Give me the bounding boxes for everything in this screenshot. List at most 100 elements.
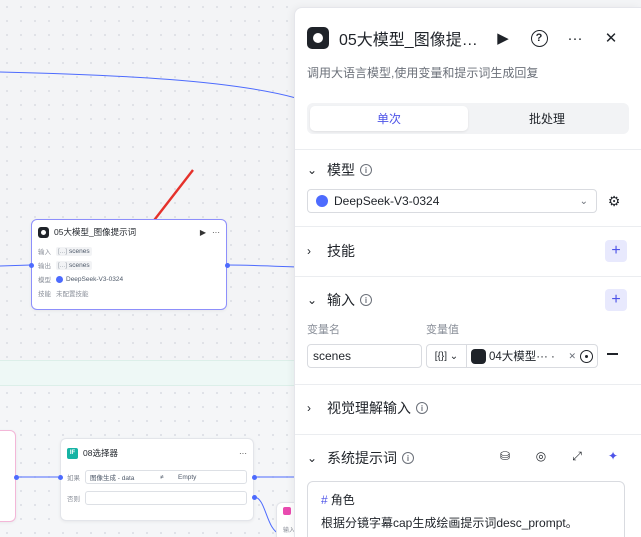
remove-input-button[interactable] bbox=[607, 353, 618, 355]
info-icon[interactable]: i bbox=[416, 402, 428, 414]
divider bbox=[295, 226, 641, 227]
divider bbox=[295, 434, 641, 435]
array-type-icon: [...] bbox=[58, 247, 68, 255]
condition-left: 图像生成 - data bbox=[90, 475, 135, 482]
section-title: 输入 bbox=[327, 292, 355, 308]
llm-node-row: 模型 DeepSeek-V3-0324 bbox=[32, 272, 226, 286]
add-skill-button[interactable]: + bbox=[605, 240, 627, 262]
bulb-icon[interactable]: ◎ bbox=[534, 449, 548, 463]
array-type-icon: [...] bbox=[58, 261, 68, 269]
chevron-down-icon[interactable]: ⌄ bbox=[307, 163, 321, 177]
panel-description: 调用大语言模型,使用变量和提示词生成回复 bbox=[307, 66, 539, 80]
divider bbox=[295, 149, 641, 150]
divider bbox=[295, 384, 641, 385]
column-label-value: 变量值 bbox=[426, 324, 459, 336]
chevron-right-icon[interactable]: › bbox=[307, 244, 321, 258]
system-prompt-editor[interactable]: # 角色 根据分镜字幕cap生成绘画提示词desc_prompt。 bbox=[307, 481, 625, 537]
wire-into-llm bbox=[0, 264, 32, 267]
chevron-down-icon: ⌄ bbox=[579, 195, 588, 207]
run-icon[interactable]: ▶ bbox=[200, 228, 206, 237]
llm-node[interactable]: 05大模型_图像提示词 ▶ ··· 输入 [...] scenes 输出 [...… bbox=[31, 219, 227, 310]
row-chip: [...] scenes bbox=[56, 260, 92, 270]
selector-node-title: 08选择器 bbox=[83, 448, 118, 458]
close-icon[interactable]: ✕ bbox=[593, 26, 629, 50]
row-value: scenes bbox=[69, 261, 90, 269]
help-glyph: ? bbox=[530, 29, 548, 47]
row-key: 输出 bbox=[38, 263, 51, 270]
chevron-down-icon[interactable]: ⌄ bbox=[307, 451, 321, 465]
variable-value-field[interactable]: [{}] ⌄ 04大模型··· · ✕ bbox=[426, 344, 598, 368]
partial-node-right[interactable]: 输入 bbox=[276, 502, 296, 537]
selector-row: 否则 bbox=[61, 487, 253, 509]
deepseek-icon bbox=[56, 275, 63, 283]
llm-node-icon bbox=[38, 226, 49, 238]
variable-name-input[interactable]: scenes bbox=[307, 344, 422, 368]
section-input-header[interactable]: ⌄ 输入 i + bbox=[307, 289, 627, 311]
condition-operator: ≠ bbox=[160, 473, 164, 481]
row-key: 技能 bbox=[38, 291, 51, 298]
ai-sparkle-icon[interactable]: ✦ bbox=[606, 449, 620, 463]
hash-mark: # bbox=[321, 493, 328, 507]
run-icon[interactable]: ▶ bbox=[485, 26, 521, 50]
column-label-name: 变量名 bbox=[307, 324, 340, 336]
more-icon[interactable]: ··· bbox=[212, 228, 220, 237]
llm-node-row: 技能 未配置技能 bbox=[32, 286, 226, 300]
tab-batch[interactable]: 批处理 bbox=[468, 106, 626, 131]
condition-right: Empty bbox=[178, 473, 197, 481]
row-key: 否则 bbox=[67, 496, 80, 503]
more-icon[interactable]: ··· bbox=[557, 26, 593, 50]
row-key: 模型 bbox=[38, 277, 51, 284]
info-icon[interactable]: i bbox=[402, 452, 414, 464]
panel-header: 05大模型_图像提… ▶ ? ··· ✕ bbox=[307, 26, 629, 50]
row-value: DeepSeek-V3-0324 bbox=[66, 275, 124, 283]
library-icon[interactable]: ⛁ bbox=[498, 449, 512, 463]
chevron-down-icon[interactable]: ⌄ bbox=[307, 293, 321, 307]
section-title: 技能 bbox=[327, 243, 355, 259]
section-visual-header[interactable]: › 视觉理解输入 i bbox=[307, 397, 627, 419]
wire-out-llm bbox=[226, 264, 296, 268]
prompt-body: 根据分镜字幕cap生成绘画提示词desc_prompt。 bbox=[321, 516, 578, 530]
add-input-button[interactable]: + bbox=[605, 289, 627, 311]
llm-node-row: 输出 [...] scenes bbox=[32, 258, 226, 272]
more-icon[interactable]: ··· bbox=[239, 449, 247, 458]
panel-title[interactable]: 05大模型_图像提… bbox=[339, 26, 485, 50]
wire-top bbox=[0, 71, 296, 99]
workflow-canvas[interactable]: 05大模型_图像提示词 ▶ ··· 输入 [...] scenes 输出 [...… bbox=[0, 0, 296, 537]
section-skills-header[interactable]: › 技能 + bbox=[307, 240, 627, 262]
type-select[interactable]: [{}] ⌄ bbox=[427, 345, 467, 367]
model-select[interactable]: DeepSeek-V3-0324 ⌄ bbox=[307, 189, 597, 213]
condition-box[interactable]: 图像生成 - data ≠ Empty bbox=[85, 470, 247, 484]
target-icon[interactable] bbox=[580, 349, 593, 363]
row-key: 输入 bbox=[38, 249, 51, 256]
selector-node[interactable]: IF 08选择器 ··· 如果 图像生成 - data ≠ Empty 否则 bbox=[60, 438, 254, 521]
selector-else-port[interactable] bbox=[252, 495, 257, 500]
divider bbox=[295, 276, 641, 277]
section-title: 系统提示词 bbox=[327, 450, 397, 466]
llm-node-title: 05大模型_图像提示词 bbox=[54, 227, 137, 237]
llm-node-row: 输入 [...] scenes bbox=[32, 244, 226, 258]
tab-single[interactable]: 单次 bbox=[310, 106, 468, 131]
info-icon[interactable]: i bbox=[360, 294, 372, 306]
selector-input-port[interactable] bbox=[58, 475, 63, 480]
llm-input-port[interactable] bbox=[29, 263, 34, 268]
section-model-header[interactable]: ⌄ 模型 i bbox=[307, 159, 627, 181]
variable-reference[interactable]: 04大模型··· · bbox=[467, 348, 564, 364]
system-prompt-tools: ⛁ ◎ ⤢ ✦ bbox=[498, 449, 620, 464]
info-icon[interactable]: i bbox=[360, 164, 372, 176]
prompt-heading-text: 角色 bbox=[330, 493, 355, 507]
section-title: 视觉理解输入 bbox=[327, 400, 411, 416]
else-box[interactable] bbox=[85, 491, 247, 505]
prompt-heading: # 角色 bbox=[321, 491, 611, 508]
selector-if-port[interactable] bbox=[252, 475, 257, 480]
clear-icon[interactable]: ✕ bbox=[568, 351, 576, 362]
gear-icon[interactable]: ⚙ bbox=[606, 193, 622, 209]
help-icon[interactable]: ? bbox=[521, 26, 557, 50]
chevron-right-icon[interactable]: › bbox=[307, 401, 321, 415]
row-chip: [...] scenes bbox=[56, 246, 92, 256]
section-title: 模型 bbox=[327, 162, 355, 178]
expand-icon[interactable]: ⤢ bbox=[570, 449, 584, 463]
run-mode-tabs: 单次 批处理 bbox=[307, 103, 629, 134]
llm-output-port[interactable] bbox=[225, 263, 230, 268]
row-value: 未配置技能 bbox=[56, 291, 89, 298]
partial-node-output-port[interactable] bbox=[14, 475, 19, 480]
